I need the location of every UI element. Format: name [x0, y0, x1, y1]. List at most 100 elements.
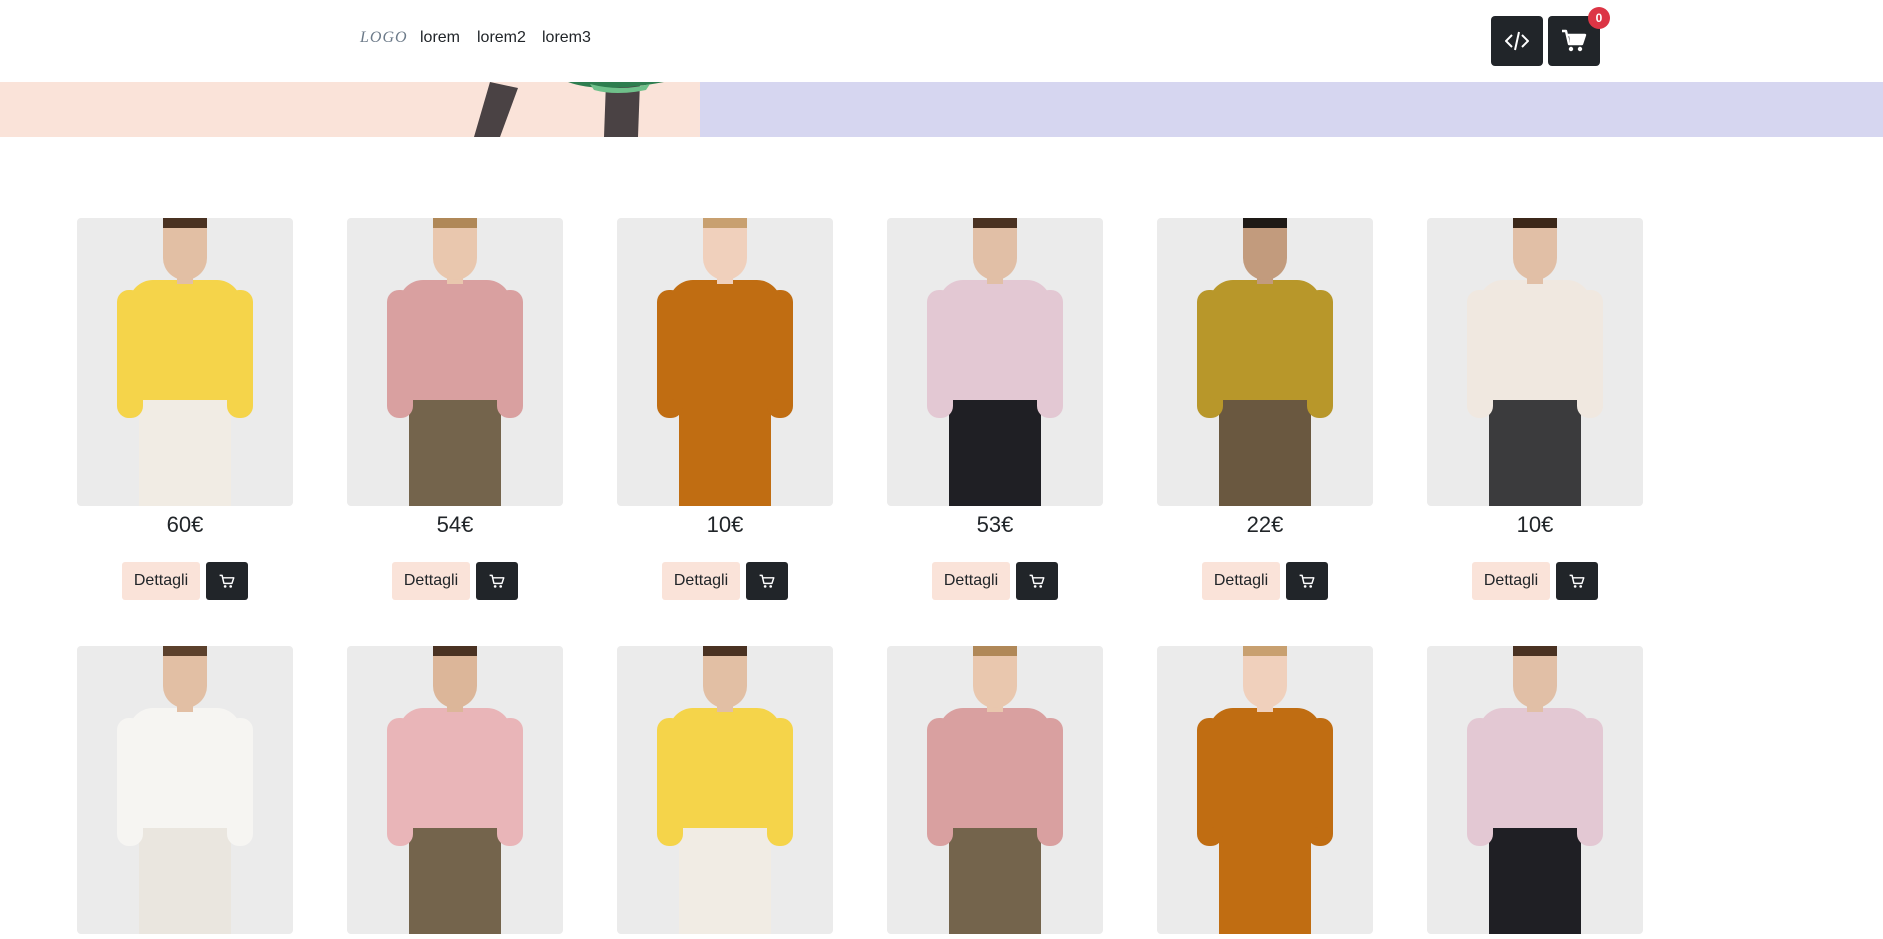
model-head	[1513, 218, 1557, 280]
product-price: 53€	[976, 512, 1014, 537]
model-top	[1479, 280, 1591, 400]
hero-banner-right	[700, 82, 1883, 137]
model-top	[399, 280, 511, 400]
product-image[interactable]	[1157, 218, 1373, 506]
cart-icon	[1299, 574, 1315, 588]
model-bottom	[679, 822, 771, 934]
product-price: 22€	[1246, 512, 1284, 537]
model-top	[939, 280, 1051, 400]
product-image[interactable]	[1427, 218, 1643, 506]
nav-link-lorem[interactable]: lorem	[420, 29, 460, 47]
details-button[interactable]: Dettagli	[391, 562, 471, 600]
model-bottom	[139, 822, 231, 934]
product-card	[617, 646, 833, 934]
nav-link-lorem3[interactable]: lorem3	[542, 29, 591, 47]
model-head	[433, 218, 477, 280]
product-actions: Dettagli	[887, 562, 1103, 600]
product-image[interactable]	[77, 218, 293, 506]
add-to-cart-button[interactable]	[206, 562, 249, 600]
model-top	[669, 280, 781, 400]
model-bottom	[949, 394, 1041, 506]
add-to-cart-button[interactable]	[746, 562, 789, 600]
cart-icon	[1569, 574, 1585, 588]
product-image[interactable]	[617, 646, 833, 934]
product-actions: Dettagli	[77, 562, 293, 600]
cart-count-badge: 0	[1588, 7, 1610, 29]
model-bottom	[1489, 822, 1581, 934]
model-head	[433, 646, 477, 708]
model-head	[1243, 646, 1287, 708]
nav-link-lorem2[interactable]: lorem2	[477, 29, 526, 47]
cart-icon	[219, 574, 235, 588]
cart-icon	[759, 574, 775, 588]
details-button[interactable]: Dettagli	[1471, 562, 1551, 600]
product-card	[887, 646, 1103, 934]
product-actions: Dettagli	[1157, 562, 1373, 600]
product-price: 10€	[706, 512, 744, 537]
product-card: 60€ Dettagli	[77, 218, 293, 600]
product-card	[1157, 646, 1373, 934]
logo[interactable]: LOGO	[360, 29, 408, 47]
model-top	[1479, 708, 1591, 828]
details-button[interactable]: Dettagli	[931, 562, 1011, 600]
product-actions: Dettagli	[347, 562, 563, 600]
product-card: 22€ Dettagli	[1157, 218, 1373, 600]
model-top	[129, 708, 241, 828]
model-bottom	[409, 822, 501, 934]
model-bottom	[1489, 394, 1581, 506]
banner-model-legs	[474, 82, 664, 137]
product-image[interactable]	[347, 218, 563, 506]
code-icon	[1505, 31, 1529, 51]
model-bottom	[1219, 394, 1311, 506]
model-head	[973, 218, 1017, 280]
add-to-cart-button[interactable]	[1556, 562, 1599, 600]
product-actions: Dettagli	[617, 562, 833, 600]
model-top	[399, 708, 511, 828]
product-card	[77, 646, 293, 934]
product-image[interactable]	[347, 646, 563, 934]
model-head	[973, 646, 1017, 708]
details-button[interactable]: Dettagli	[121, 562, 201, 600]
model-top	[1209, 708, 1321, 828]
model-head	[1243, 218, 1287, 280]
product-card	[347, 646, 563, 934]
product-price: 60€	[166, 512, 204, 537]
add-to-cart-button[interactable]	[476, 562, 519, 600]
product-card: 10€ Dettagli	[617, 218, 833, 600]
model-bottom	[139, 394, 231, 506]
model-bottom	[949, 822, 1041, 934]
product-card: 53€ Dettagli	[887, 218, 1103, 600]
model-top	[669, 708, 781, 828]
product-image[interactable]	[887, 646, 1103, 934]
product-image[interactable]	[887, 218, 1103, 506]
product-image[interactable]	[1157, 646, 1373, 934]
code-button[interactable]	[1491, 16, 1543, 66]
product-price: 54€	[436, 512, 474, 537]
cart-icon	[489, 574, 505, 588]
add-to-cart-button[interactable]	[1016, 562, 1059, 600]
hero-banner-left	[0, 82, 700, 137]
product-actions: Dettagli	[1427, 562, 1643, 600]
model-head	[163, 646, 207, 708]
model-head	[163, 218, 207, 280]
model-bottom	[409, 394, 501, 506]
product-image[interactable]	[1427, 646, 1643, 934]
model-top	[939, 708, 1051, 828]
navbar: LOGO lorem lorem2 lorem3 0	[0, 0, 1883, 82]
details-button[interactable]: Dettagli	[1201, 562, 1281, 600]
model-head	[1513, 646, 1557, 708]
cart-icon	[1562, 29, 1587, 52]
add-to-cart-button[interactable]	[1286, 562, 1329, 600]
model-bottom	[679, 394, 771, 506]
product-image[interactable]	[617, 218, 833, 506]
product-card	[1427, 646, 1643, 934]
model-bottom	[1219, 822, 1311, 934]
product-image[interactable]	[77, 646, 293, 934]
model-top	[1209, 280, 1321, 400]
details-button[interactable]: Dettagli	[661, 562, 741, 600]
cart-icon	[1029, 574, 1045, 588]
product-price: 10€	[1516, 512, 1554, 537]
model-head	[703, 646, 747, 708]
model-top	[129, 280, 241, 400]
model-head	[703, 218, 747, 280]
